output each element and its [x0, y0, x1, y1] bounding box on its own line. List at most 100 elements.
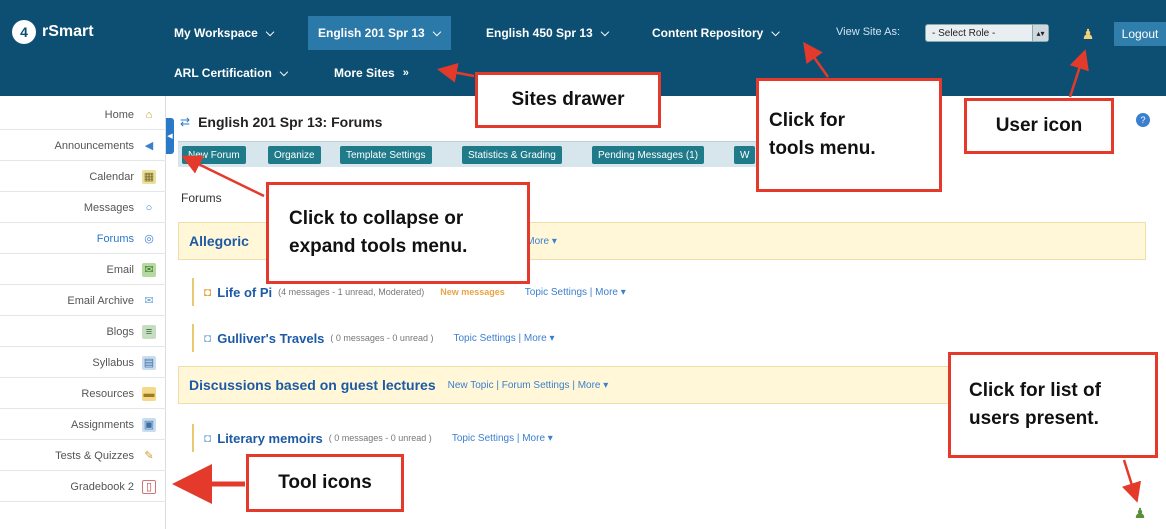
topic-row-literary-memoirs: ◘ Literary memoirs ( 0 messages - 0 unre… — [192, 424, 553, 452]
forum-title[interactable]: Discussions based on guest lectures — [189, 377, 436, 393]
organize-button[interactable]: Organize — [268, 146, 321, 164]
sidebar-item-blogs[interactable]: Blogs ≡ — [0, 317, 166, 347]
announcement-icon: ◀ — [144, 140, 154, 152]
sidebar-item-assignments[interactable]: Assignments ▣ — [0, 410, 166, 440]
chevron-down-icon: ⌵ — [265, 26, 275, 39]
sidebar-item-forums[interactable]: Forums ◎ — [0, 224, 166, 254]
topic-links[interactable]: Topic Settings | More ▾ — [452, 433, 553, 444]
collapse-tools-handle[interactable]: ◀ — [166, 118, 174, 154]
site-tab-arl-certification[interactable]: ARL Certification ⌵ — [164, 56, 298, 90]
sidebar-item-syllabus[interactable]: Syllabus ▤ — [0, 348, 166, 378]
topic-title[interactable]: Literary memoirs — [217, 431, 323, 446]
more-sites-button[interactable]: More Sites » — [324, 56, 419, 90]
pencil-icon: ✎ — [144, 450, 154, 462]
role-select[interactable]: - Select Role - ▴▾ — [925, 24, 1049, 42]
chevron-down-icon: ⌵ — [279, 66, 289, 79]
page-title: English 201 Spr 13: Forums — [198, 114, 383, 130]
callout-text: tools menu. — [769, 138, 876, 159]
role-select-value: - Select Role - — [932, 27, 996, 39]
logo-mark-icon: 4 — [12, 20, 36, 44]
sidebar-item-calendar[interactable]: Calendar ▦ — [0, 162, 166, 192]
statistics-grading-button[interactable]: Statistics & Grading — [462, 146, 562, 164]
callout-text: expand tools menu. — [289, 236, 468, 257]
callout-text: users present. — [969, 408, 1099, 429]
help-icon[interactable]: ? — [1136, 113, 1150, 127]
site-tab-english-450[interactable]: English 450 Spr 13 ⌵ — [476, 16, 619, 50]
sidebar-item-label: Forums — [96, 232, 134, 245]
topic-title[interactable]: Gulliver's Travels — [217, 331, 324, 346]
sidebar-item-label: Calendar — [89, 170, 134, 183]
topic-meta: ( 0 messages - 0 unread ) — [328, 433, 432, 443]
envelope-icon: ✉ — [144, 295, 154, 307]
sidebar-item-label: Assignments — [71, 418, 134, 431]
callout-text: User icon — [995, 115, 1083, 137]
callout-text: Sites drawer — [511, 89, 625, 111]
pending-messages-button[interactable]: Pending Messages (1) — [592, 146, 705, 164]
gradebook-icon: ▯ — [142, 479, 156, 494]
callout-text: Tool icons — [278, 472, 372, 494]
site-tab-label: ARL Certification — [174, 66, 272, 80]
sidebar-item-label: Email Archive — [67, 294, 134, 307]
chevron-down-icon: ⌵ — [771, 26, 780, 39]
sidebar-item-label: Resources — [81, 387, 134, 400]
sidebar-item-home[interactable]: Home ⌂ — [0, 100, 166, 130]
tools-sidebar: Home ⌂ Announcements ◀ Calendar ▦ Messag… — [0, 96, 166, 529]
forum-links[interactable]: New Topic | Forum Settings | More ▾ — [448, 380, 609, 391]
topic-links[interactable]: Topic Settings | More ▾ — [525, 287, 626, 298]
callout-users-present: Click for list of users present. — [948, 352, 1158, 458]
new-messages-badge[interactable]: New messages — [440, 287, 505, 297]
sidebar-item-email-archive[interactable]: Email Archive ✉ — [0, 286, 166, 316]
new-forum-button[interactable]: New Forum — [182, 146, 246, 164]
syllabus-icon: ▤ — [142, 355, 156, 370]
callout-user-icon: User icon — [964, 98, 1114, 154]
folder-icon: ▬ — [142, 386, 156, 401]
blog-icon: ≡ — [142, 324, 156, 339]
speech-bubble-icon: ◘ — [204, 331, 212, 345]
forum-title-icon: ⇄ — [180, 115, 191, 129]
sidebar-item-label: Tests & Quizzes — [55, 449, 134, 462]
sidebar-item-label: Announcements — [54, 139, 135, 152]
forum-title[interactable]: Allegoric — [189, 233, 249, 249]
site-tab-content-repository[interactable]: Content Repository ⌵ — [642, 16, 790, 50]
assignment-icon: ▣ — [142, 417, 156, 432]
topic-links[interactable]: Topic Settings | More ▾ — [453, 333, 554, 344]
topic-title[interactable]: Life of Pi — [217, 285, 272, 300]
arrow-users-present — [1121, 459, 1142, 503]
sidebar-item-announcements[interactable]: Announcements ◀ — [0, 131, 166, 161]
forum-toolbar: New Forum Organize Template Settings Sta… — [178, 141, 778, 167]
email-icon: ✉ — [142, 262, 156, 277]
speech-bubble-icon: ◘ — [204, 285, 212, 299]
sidebar-item-label: Blogs — [106, 325, 134, 338]
logout-button[interactable]: Logout — [1114, 22, 1166, 46]
callout-collapse-expand: Click to collapse or expand tools menu. — [266, 182, 530, 284]
sidebar-item-label: Email — [106, 263, 134, 276]
site-tab-english-201[interactable]: English 201 Spr 13 ⌵ — [308, 16, 452, 50]
sidebar-item-tests-quizzes[interactable]: Tests & Quizzes ✎ — [0, 441, 166, 471]
site-tab-label: My Workspace — [174, 26, 258, 40]
users-present-icon[interactable]: ♟ — [1130, 503, 1150, 523]
sidebar-item-email[interactable]: Email ✉ — [0, 255, 166, 285]
calendar-icon: ▦ — [142, 169, 156, 184]
select-arrows-icon: ▴▾ — [1032, 25, 1048, 41]
view-site-as-label: View Site As: — [836, 26, 900, 38]
chevron-down-icon: ⌵ — [600, 26, 610, 39]
user-icon[interactable]: ♟ — [1078, 24, 1098, 44]
sidebar-item-label: Messages — [83, 201, 134, 214]
callout-tool-icons: Tool icons — [246, 454, 404, 512]
double-chevron-down-icon: » — [402, 67, 409, 79]
site-tab-my-workspace[interactable]: My Workspace ⌵ — [164, 16, 284, 50]
home-icon: ⌂ — [145, 108, 153, 121]
site-tab-label: More Sites — [334, 66, 395, 80]
site-tab-label: English 450 Spr 13 — [486, 26, 593, 40]
sidebar-item-messages[interactable]: Messages ○ — [0, 193, 166, 223]
template-settings-button[interactable]: Template Settings — [340, 146, 432, 164]
callout-sites-drawer: Sites drawer — [475, 72, 661, 128]
rsmart-logo[interactable]: 4 rSmart — [12, 20, 94, 44]
speech-bubble-icon: ○ — [145, 201, 153, 214]
sidebar-item-resources[interactable]: Resources ▬ — [0, 379, 166, 409]
toolbar-more-button[interactable]: W — [734, 146, 756, 164]
sidebar-item-gradebook-2[interactable]: Gradebook 2 ▯ — [0, 472, 166, 502]
site-tab-label: English 201 Spr 13 — [318, 26, 425, 40]
callout-text: Click to collapse or — [289, 208, 464, 230]
forum-icon: ◎ — [144, 233, 154, 245]
